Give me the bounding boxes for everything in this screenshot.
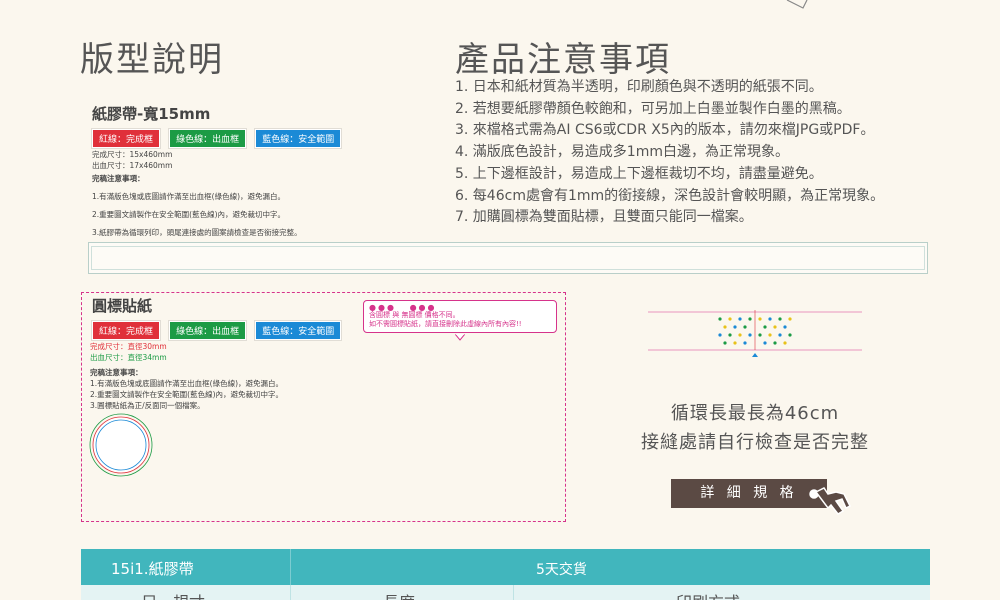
- product-note-6: 6. 每46cm處會有1mm的銜接線，深色設計會較明顯，為正常現象。: [455, 187, 885, 204]
- tip-line-2: 如不需圓標貼紙，請直接刪除此虛線內所有內容!!: [369, 320, 522, 328]
- product-notes-title: 產品注意事項: [455, 40, 671, 80]
- chevron-decoration-icon: [786, 0, 808, 9]
- tape-size-bleed: 出血尺寸：17x460mm: [92, 161, 173, 170]
- tip-pointer-icon: [455, 334, 465, 341]
- dot-pattern-left: [718, 317, 752, 345]
- dot-pattern-right: [758, 317, 792, 345]
- layout-title: 版型說明: [80, 40, 224, 80]
- seam-marker-icon: [752, 353, 758, 357]
- table-col-product: 15i1.紙膠帶: [111, 560, 194, 578]
- sticker-note-2: 2.重要圖文請製作在安全範圍(藍色線)內，避免裁切中字。: [90, 390, 284, 399]
- round-sticker-template: [89, 413, 153, 477]
- tape-note-2: 2.重要圖文請製作在安全範圍(藍色線)內，避免裁切中字。: [92, 210, 286, 219]
- table-sub-print: 印刷方式: [676, 589, 740, 600]
- sticker-legend: 紅線：完成框 綠色線：出血框 藍色線：安全範圍: [90, 319, 345, 341]
- sticker-notes-title: 完稿注意事項：: [90, 368, 143, 377]
- hand-pointer-icon[interactable]: [798, 478, 856, 526]
- legend-blue: 藍色線：安全範圍: [254, 128, 343, 149]
- tape-safe-area: [91, 246, 925, 270]
- tape-size-finished: 完成尺寸：15x460mm: [92, 150, 173, 159]
- sticker-size-finished: 完成尺寸：直徑30mm: [90, 342, 167, 351]
- tape-heading: 紙膠帶-寬15mm: [92, 105, 211, 123]
- tip-line-1: 含圓標 與 無圓標 價格不同。: [369, 311, 460, 319]
- legend-red: 紅線：完成框: [90, 128, 162, 149]
- loop-length-text: 循環長最長為46cm: [670, 403, 840, 424]
- tape-notes-title: 完稿注意事項：: [92, 174, 145, 183]
- tip-dots-row: ●●● ●●●: [369, 304, 551, 312]
- sticker-size-bleed: 出血尺寸：直徑34mm: [90, 353, 167, 362]
- sticker-legend-blue: 藍色線：安全範圍: [254, 320, 343, 341]
- product-note-2: 2. 若想要紙膠帶顏色較飽和，可另加上白墨並製作白墨的黑稿。: [455, 100, 851, 117]
- spec-table-header: 15i1.紙膠帶 5天交貨: [81, 549, 930, 585]
- table-divider-2: [513, 585, 514, 600]
- table-col-delivery: 5天交貨: [536, 562, 587, 578]
- table-divider: [290, 549, 291, 585]
- tape-template-stripe: [88, 242, 928, 274]
- product-note-5: 5. 上下邊框設計，易造成上下邊框裁切不均，請盡量避免。: [455, 165, 823, 182]
- product-note-3: 3. 來檔格式需為AI CS6或CDR X5內的版本，請勿來檔JPG或PDF。: [455, 122, 875, 139]
- tape-info: 完成尺寸：15x460mm 出血尺寸：17x460mm 完稿注意事項： 1.有滿…: [92, 149, 302, 238]
- seam-check-text: 接縫處請自行檢查是否完整: [641, 432, 869, 453]
- sticker-note-1: 1.有滿版色塊或底圖請作滿至出血框(綠色線)，避免漏白。: [90, 379, 284, 388]
- sticker-heading: 圓標貼紙: [92, 297, 153, 315]
- table-sub-length: 長度: [383, 589, 415, 600]
- sticker-legend-red: 紅線：完成框: [90, 320, 162, 341]
- table-sub-size: 尺 規寸: [141, 589, 205, 600]
- sticker-note-3: 3.圓標貼紙為正/反面同一個檔案。: [90, 401, 205, 410]
- table-divider-1: [290, 585, 291, 600]
- product-notes-list: 1. 日本和紙材質為半透明，印刷顏色與不透明的紙張不同。 2. 若想要紙膠帶顏色…: [455, 77, 884, 229]
- spec-table-subheader: 尺 規寸 長度 印刷方式: [81, 585, 930, 600]
- product-note-7: 7. 加購圓標為雙面貼標，且雙面只能同一檔案。: [455, 209, 753, 226]
- sticker-info: 完成尺寸：直徑30mm 出血尺寸：直徑34mm 完稿注意事項： 1.有滿版色塊或…: [90, 341, 283, 411]
- product-note-4: 4. 滿版底色設計，易造成多1mm白邊，為正常現象。: [455, 144, 789, 161]
- sticker-legend-green: 綠色線：出血框: [168, 320, 248, 341]
- tape-legend: 紅線：完成框 綠色線：出血框 藍色線：安全範圍: [90, 127, 345, 149]
- loop-preview-strip: [648, 310, 862, 357]
- tape-note-3: 3.紙膠帶為循環列印，頭尾連接處的圖案請檢查是否銜接完整。: [92, 228, 302, 237]
- sticker-price-tip: ●●● ●●● 含圓標 與 無圓標 價格不同。 如不需圓標貼紙，請直接刪除此虛線…: [363, 300, 557, 333]
- tape-note-1: 1.有滿版色塊或底圖請作滿至出血框(綠色線)，避免漏白。: [92, 192, 286, 201]
- legend-green: 綠色線：出血框: [168, 128, 248, 149]
- product-note-1: 1. 日本和紙材質為半透明，印刷顏色與不透明的紙張不同。: [455, 79, 823, 95]
